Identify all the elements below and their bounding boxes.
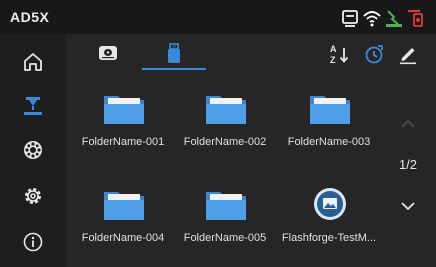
filament-icon [406, 8, 426, 28]
nav-print[interactable] [17, 90, 49, 122]
home-icon [24, 53, 42, 71]
info-icon [23, 232, 43, 252]
page-down-button[interactable] [388, 198, 428, 216]
folder-icon [206, 96, 246, 124]
model-file-icon [314, 188, 346, 220]
svg-text:A: A [330, 44, 337, 54]
folder-name: FolderName-003 [287, 136, 371, 148]
folder-item[interactable]: FolderName-003 [274, 88, 384, 168]
file-browser: A Z FolderName-001 FolderName-002 Folder… [66, 34, 436, 267]
local-storage-icon [99, 46, 117, 60]
folder-name: FolderName-002 [183, 136, 267, 148]
folder-icon [206, 192, 246, 220]
nav-filament[interactable] [17, 134, 49, 166]
svg-text:Z: Z [330, 55, 336, 65]
tab-usb-storage[interactable] [144, 38, 204, 70]
tab-local-storage[interactable] [78, 38, 138, 70]
edit-icon [400, 48, 416, 65]
file-item[interactable]: Flashforge-TestM... [274, 184, 384, 264]
history-icon [365, 45, 383, 64]
sort-button[interactable]: A Z [328, 42, 352, 66]
top-status-bar: AD5X [0, 0, 436, 34]
edit-button[interactable] [396, 42, 420, 66]
folder-name: FolderName-001 [81, 136, 165, 148]
folder-item[interactable]: FolderName-004 [68, 184, 178, 264]
storage-tabs: A Z [66, 34, 436, 74]
folder-item[interactable]: FolderName-005 [170, 184, 280, 264]
folder-icon [310, 96, 350, 124]
folder-icon [104, 192, 144, 220]
page-indicator: 1/2 [398, 157, 418, 172]
chevron-up-icon [401, 119, 415, 128]
active-tab-indicator [142, 68, 206, 70]
folder-icon [104, 96, 144, 124]
print-status-icon [384, 8, 404, 28]
nav-info[interactable] [17, 226, 49, 258]
wifi-icon [362, 8, 382, 28]
settings-icon [25, 188, 41, 204]
page-up-button[interactable] [388, 116, 428, 134]
app-title: AD5X [10, 9, 50, 25]
spool-icon [24, 141, 42, 159]
folder-item[interactable]: FolderName-002 [170, 88, 280, 168]
folder-item[interactable]: FolderName-001 [68, 88, 178, 168]
printer-icon [24, 97, 42, 115]
nav-home[interactable] [17, 46, 49, 78]
usb-drive-icon [340, 8, 360, 28]
history-button[interactable] [362, 42, 386, 66]
sidebar [0, 34, 66, 267]
chevron-down-icon [401, 202, 415, 211]
nav-settings[interactable] [17, 180, 49, 212]
file-name: Flashforge-TestM... [281, 232, 377, 244]
sort-az-icon: A Z [330, 44, 349, 65]
folder-name: FolderName-004 [81, 232, 165, 244]
usb-storage-icon [168, 43, 180, 63]
folder-name: FolderName-005 [183, 232, 267, 244]
